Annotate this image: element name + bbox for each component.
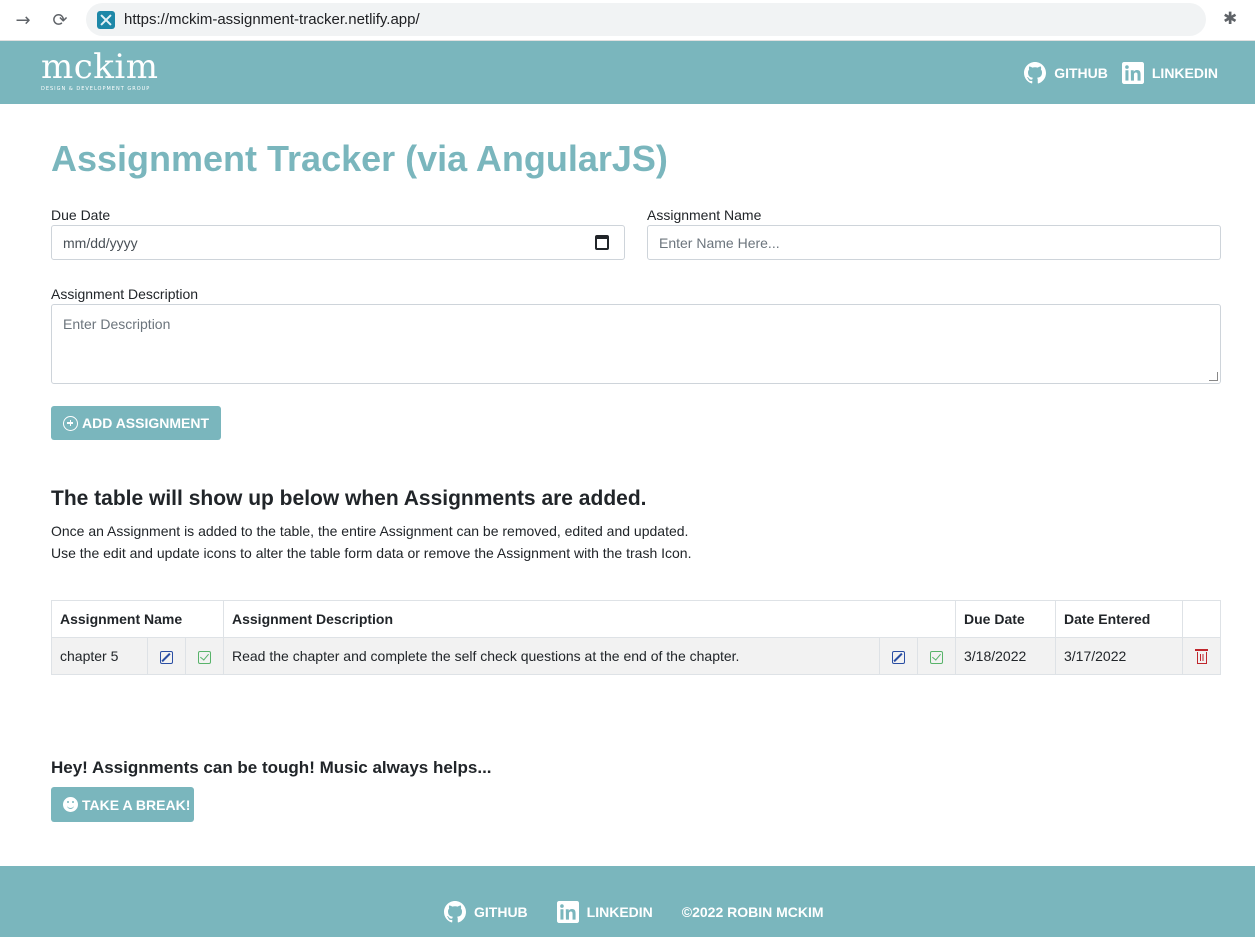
logo-main-text: mckim (41, 47, 159, 87)
logo[interactable]: mckim DESIGN & DEVELOPMENT GROUP (41, 49, 159, 92)
site-footer: GITHUB LINKEDIN ©2022 ROBIN MCKIM (0, 866, 1255, 937)
footer-linkedin-label: LINKEDIN (586, 904, 653, 920)
check-square-icon (198, 650, 211, 664)
trash-icon (1194, 649, 1208, 665)
url-text: https://mckim-assignment-tracker.netlify… (124, 11, 420, 28)
take-a-break-label: TAKE A BREAK! (82, 796, 191, 813)
address-bar[interactable]: https://mckim-assignment-tracker.netlify… (86, 3, 1206, 36)
break-message: Hey! Assignments can be tough! Music alw… (51, 758, 492, 777)
reload-icon[interactable]: ⟳ (47, 8, 73, 32)
assignment-description-placeholder: Enter Description (63, 316, 171, 332)
forward-icon[interactable]: → (10, 8, 36, 32)
header-linkedin-link[interactable]: LINKEDIN (1121, 62, 1218, 84)
edit-name-button[interactable] (147, 637, 186, 675)
header-github-label: GITHUB (1054, 65, 1108, 81)
update-name-button[interactable] (185, 637, 224, 675)
delete-assignment-button[interactable] (1182, 637, 1221, 675)
update-description-button[interactable] (917, 637, 956, 675)
assignment-name-placeholder: Enter Name Here... (659, 234, 780, 251)
table-info-line-2: Use the edit and update icons to alter t… (51, 545, 692, 561)
extensions-puzzle-icon[interactable]: ✱ (1223, 10, 1241, 28)
add-assignment-button[interactable]: ADD ASSIGNMENT (51, 406, 221, 440)
header-github-link[interactable]: GITHUB (1024, 62, 1108, 84)
add-assignment-label: ADD ASSIGNMENT (82, 415, 210, 431)
row-assignment-name: chapter 5 (51, 637, 148, 675)
footer-github-link[interactable]: GITHUB (444, 901, 528, 923)
table-info-heading: The table will show up below when Assign… (51, 487, 647, 510)
header-date-entered: Date Entered (1055, 600, 1183, 638)
table-info-line-1: Once an Assignment is added to the table… (51, 523, 689, 539)
edit-icon (892, 650, 905, 664)
site-header: mckim DESIGN & DEVELOPMENT GROUP GITHUB … (0, 41, 1255, 104)
plus-circle-icon (63, 415, 78, 431)
take-a-break-button[interactable]: TAKE A BREAK! (51, 787, 194, 822)
table-header-row: Assignment Name Assignment Description D… (51, 600, 1221, 638)
due-date-input[interactable]: mm/dd/yyyy (51, 225, 625, 260)
header-linkedin-label: LINKEDIN (1151, 65, 1218, 81)
header-assignment-name: Assignment Name (51, 600, 224, 638)
github-icon (1024, 62, 1047, 84)
edit-icon (160, 650, 173, 664)
footer-copyright: ©2022 ROBIN MCKIM (681, 904, 824, 920)
due-date-label: Due Date (51, 207, 111, 223)
assignment-name-input[interactable]: Enter Name Here... (647, 225, 1221, 260)
logo-subtitle: DESIGN & DEVELOPMENT GROUP (41, 86, 151, 92)
browser-toolbar: → ⟳ https://mckim-assignment-tracker.net… (0, 0, 1255, 41)
due-date-value: mm/dd/yyyy (63, 234, 138, 251)
footer-links: GITHUB LINKEDIN ©2022 ROBIN MCKIM (444, 901, 824, 923)
edit-description-button[interactable] (879, 637, 918, 675)
header-actions (1182, 600, 1221, 638)
calendar-icon[interactable] (595, 235, 609, 250)
assignment-description-textarea[interactable]: Enter Description (51, 304, 1221, 384)
check-square-icon (930, 650, 943, 664)
header-assignment-description: Assignment Description (223, 600, 956, 638)
linkedin-icon (1121, 62, 1144, 84)
site-favicon-icon (97, 10, 115, 29)
footer-github-label: GITHUB (474, 904, 528, 920)
row-date-entered: 3/17/2022 (1055, 637, 1183, 675)
row-assignment-description: Read the chapter and complete the self c… (223, 637, 880, 675)
assignment-description-label: Assignment Description (51, 286, 199, 302)
assignment-name-label: Assignment Name (647, 207, 762, 223)
footer-linkedin-link[interactable]: LINKEDIN (556, 901, 653, 923)
assignments-table: Assignment Name Assignment Description D… (51, 600, 1221, 675)
resize-grip-icon[interactable] (1209, 372, 1218, 381)
table-row: chapter 5 Read the chapter and complete … (51, 637, 1221, 675)
row-due-date: 3/18/2022 (955, 637, 1056, 675)
smile-icon (63, 797, 78, 812)
github-icon (444, 901, 466, 923)
linkedin-icon (556, 901, 579, 923)
header-due-date: Due Date (955, 600, 1056, 638)
page-title: Assignment Tracker (via AngularJS) (51, 138, 668, 179)
header-nav: GITHUB LINKEDIN (1024, 62, 1218, 84)
